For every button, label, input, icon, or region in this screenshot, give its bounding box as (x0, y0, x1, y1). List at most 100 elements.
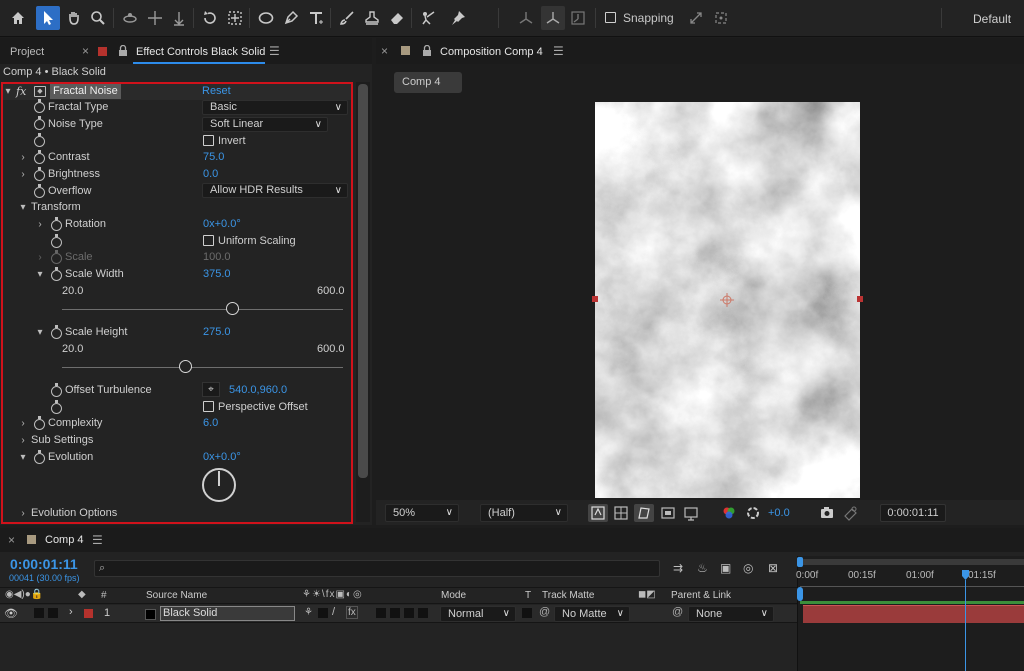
close-icon[interactable]: × (381, 44, 388, 58)
graph-editor-icon[interactable]: ⊠ (768, 561, 778, 575)
stopwatch-icon[interactable] (34, 450, 45, 464)
snapshot-camera-icon[interactable] (818, 504, 836, 522)
layer-handle[interactable] (857, 296, 863, 302)
frame-blending-icon[interactable]: ◎ (743, 561, 753, 575)
stopwatch-icon[interactable] (34, 167, 45, 181)
zoom-dropdown[interactable]: 50% ∨ (385, 504, 459, 522)
col-track-matte[interactable]: Track Matte (542, 590, 594, 601)
lock-switch[interactable] (48, 608, 58, 618)
overflow-dropdown[interactable]: Allow HDR Results ∨ (202, 183, 348, 198)
workspace-default[interactable]: Default (973, 12, 1011, 26)
frame-blend-switch[interactable] (376, 608, 386, 618)
track-camera-icon[interactable] (143, 6, 167, 30)
work-area-start[interactable] (797, 557, 803, 567)
dolly-camera-icon[interactable] (167, 6, 191, 30)
lock-icon[interactable] (118, 44, 128, 56)
stopwatch-icon[interactable] (51, 267, 62, 281)
axis-view-icon[interactable] (566, 6, 590, 30)
scale-width-slider-track[interactable] (62, 309, 343, 310)
close-icon[interactable]: × (8, 533, 15, 547)
rotate-icon[interactable] (198, 6, 222, 30)
tab-project[interactable]: Project (10, 46, 44, 58)
axis-world-icon[interactable] (541, 6, 565, 30)
scale-height-slider-track[interactable] (62, 367, 343, 368)
comp-canvas[interactable] (595, 102, 860, 498)
fractal-type-dropdown[interactable]: Basic ∨ (202, 100, 348, 115)
shy-layers-icon[interactable]: ▣ (720, 561, 731, 575)
transparency-grid-icon[interactable] (612, 504, 630, 522)
home-icon[interactable] (6, 6, 30, 30)
panel-menu-icon[interactable]: ☰ (92, 533, 103, 547)
fast-previews-icon[interactable] (588, 504, 608, 522)
mask-visibility-icon[interactable] (634, 504, 654, 522)
crosshair-icon[interactable]: ⌖ (202, 382, 220, 397)
grid-guides-icon[interactable] (682, 504, 700, 522)
stopwatch-icon[interactable] (34, 133, 45, 147)
rotation-value[interactable]: 0x+0.0° (203, 216, 241, 233)
puppet-pin-icon[interactable] (446, 6, 470, 30)
layer-duration-bar[interactable] (803, 605, 1024, 623)
roto-brush-icon[interactable] (416, 6, 440, 30)
stopwatch-icon[interactable] (51, 383, 62, 397)
reset-link[interactable]: Reset (202, 83, 231, 100)
noise-type-dropdown[interactable]: Soft Linear ∨ (202, 117, 328, 132)
scale-height-slider-knob[interactable] (178, 360, 192, 373)
scrollbar-thumb[interactable] (358, 84, 368, 478)
scale-width-slider-knob[interactable] (226, 302, 240, 315)
panel-menu-icon[interactable]: ☰ (269, 44, 280, 58)
work-area-bar[interactable] (800, 559, 1024, 565)
preserve-transparency-switch[interactable] (522, 608, 532, 618)
timeline-search-input[interactable]: ⌕ (94, 560, 660, 577)
region-of-interest-icon[interactable] (659, 504, 677, 522)
shy-switch-icon[interactable]: ⚘ (304, 607, 313, 618)
chevron-right-icon[interactable]: › (18, 415, 28, 432)
comp-mini-flowchart-icon[interactable]: ⇉ (673, 561, 683, 575)
panel-menu-icon[interactable]: ☰ (553, 44, 564, 58)
eye-icon[interactable]: 👁 (4, 607, 18, 620)
audio-switch[interactable] (34, 608, 44, 618)
close-icon[interactable]: × (82, 44, 89, 58)
perspective-offset-checkbox[interactable] (203, 401, 214, 412)
layer-handle[interactable] (592, 296, 598, 302)
evolution-options-label[interactable]: Evolution Options (31, 505, 117, 522)
collapse-switch[interactable] (318, 608, 328, 618)
draft-3d-icon[interactable]: ♨ (697, 561, 708, 575)
in-point-marker[interactable] (797, 587, 803, 601)
evolution-dial[interactable] (202, 468, 236, 502)
effect-name[interactable]: Fractal Noise (50, 84, 121, 99)
snap-edges-icon[interactable] (684, 6, 708, 30)
col-parent-link[interactable]: Parent & Link (671, 590, 731, 601)
snapping-checkbox[interactable] (605, 12, 616, 23)
stopwatch-icon[interactable] (34, 150, 45, 164)
col-source-name[interactable]: Source Name (146, 590, 207, 601)
tab-composition[interactable]: Composition Comp 4 (440, 46, 543, 58)
selection-icon[interactable] (36, 6, 60, 30)
color-channels-icon[interactable] (720, 504, 738, 522)
evolution-value[interactable]: 0x+0.0° (203, 449, 241, 466)
chevron-down-icon[interactable]: ▾ (35, 324, 45, 341)
brightness-value[interactable]: 0.0 (203, 166, 218, 183)
fx-switch-icon[interactable]: fx (346, 606, 358, 619)
anchor-point-icon[interactable] (720, 293, 734, 307)
stopwatch-icon[interactable] (51, 217, 62, 231)
playhead-line[interactable] (965, 580, 966, 671)
mask-ellipse-icon[interactable] (254, 6, 278, 30)
track-matte-dropdown[interactable]: No Matte ∨ (554, 606, 630, 622)
stopwatch-icon[interactable] (34, 99, 45, 113)
adjustment-switch[interactable] (404, 608, 414, 618)
scale-width-value[interactable]: 375.0 (203, 266, 231, 283)
layer-name-field[interactable]: Black Solid (160, 606, 295, 621)
pan-behind-icon[interactable] (223, 6, 247, 30)
type-icon[interactable] (304, 6, 328, 30)
comp-4-button[interactable]: Comp 4 (394, 72, 462, 93)
stopwatch-icon[interactable] (34, 184, 45, 198)
lock-icon[interactable] (422, 44, 432, 56)
scale-height-value[interactable]: 275.0 (203, 324, 231, 341)
blend-mode-dropdown[interactable]: Normal ∨ (440, 606, 516, 622)
matte-pickwhip-icon[interactable]: @ (539, 606, 550, 618)
pen-icon[interactable] (279, 6, 303, 30)
exposure-reset-icon[interactable] (744, 504, 762, 522)
brush-icon[interactable] (335, 6, 359, 30)
tab-timeline-comp[interactable]: Comp 4 (45, 534, 84, 546)
chevron-down-icon[interactable]: ▾ (35, 266, 45, 283)
